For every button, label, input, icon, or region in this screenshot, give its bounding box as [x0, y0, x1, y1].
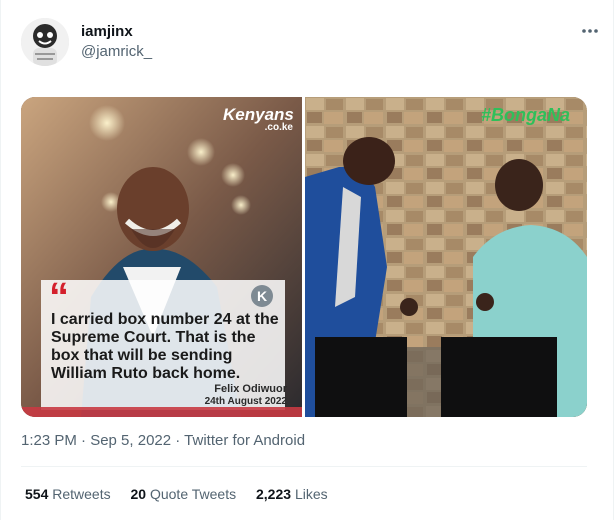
- quote-author: Felix Odiwuor: [214, 383, 287, 395]
- brand-logo: Kenyans .co.ke: [223, 106, 294, 133]
- quotes-count: 20: [130, 486, 147, 502]
- media-image-right[interactable]: #BongaNa: [305, 97, 587, 417]
- avatar-image: [21, 18, 69, 66]
- likes-count: 2,223: [256, 486, 292, 502]
- quotes-stat[interactable]: 20 Quote Tweets: [131, 486, 237, 502]
- display-name[interactable]: iamjinx: [81, 22, 152, 42]
- divider: [21, 466, 587, 467]
- retweets-label: Retweets: [52, 486, 111, 502]
- brand-domain: .co.ke: [264, 122, 293, 133]
- tweet-header: iamjinx @jamrick_: [21, 18, 601, 72]
- right-photo-graphic: [305, 97, 587, 417]
- avatar[interactable]: [21, 18, 69, 66]
- user-handle[interactable]: @jamrick_: [81, 42, 152, 62]
- quote-text: I carried box number 24 at the Supreme C…: [51, 311, 279, 382]
- user-names: iamjinx @jamrick_: [81, 22, 152, 62]
- likes-label: Likes: [294, 486, 328, 502]
- more-options-icon[interactable]: [579, 20, 601, 42]
- engagement-stats: 554 Retweets 20 Quote Tweets 2,223 Likes: [25, 486, 344, 502]
- tweet-card: iamjinx @jamrick_ Kenyans .co.ke “ K I c…: [0, 0, 614, 520]
- quote-icon: K: [251, 285, 273, 307]
- likes-stat[interactable]: 2,223 Likes: [256, 486, 328, 502]
- media-image-left[interactable]: Kenyans .co.ke “ K I carried box number …: [21, 97, 302, 417]
- tweet-timestamp[interactable]: 1:23 PM · Sep 5, 2022 · Twitter for Andr…: [21, 432, 305, 449]
- retweets-count: 554: [25, 486, 49, 502]
- quote-date: 24th August 2022: [204, 396, 287, 407]
- quotes-label: Quote Tweets: [149, 486, 237, 502]
- hashtag: #BongaNa: [481, 105, 571, 125]
- tweet-media[interactable]: Kenyans .co.ke “ K I carried box number …: [21, 97, 587, 417]
- retweets-stat[interactable]: 554 Retweets: [25, 486, 111, 502]
- ellipsis-icon: [582, 29, 598, 33]
